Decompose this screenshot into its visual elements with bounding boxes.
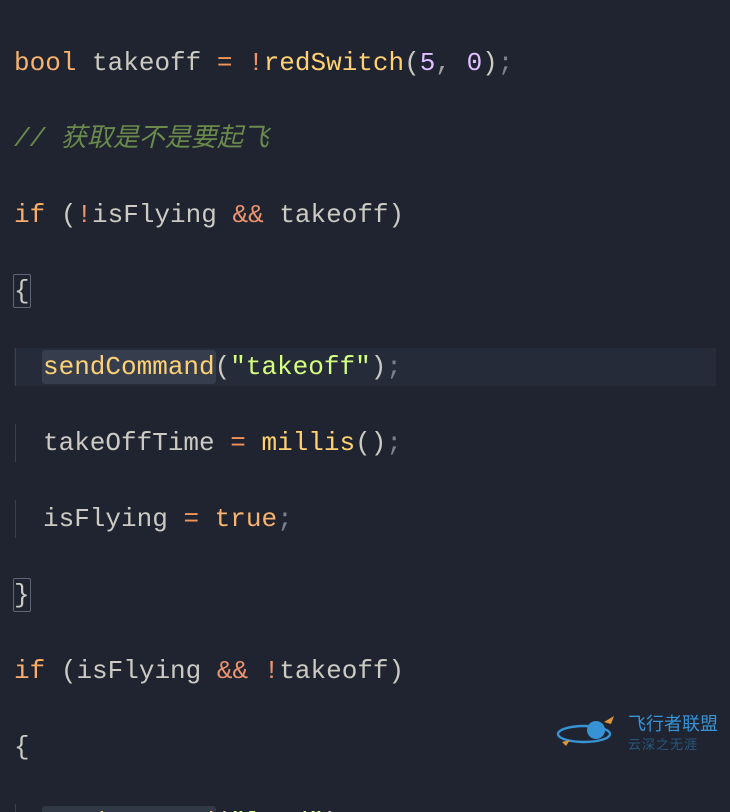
paren-open: (: [355, 428, 371, 458]
var-isflying: isFlying: [76, 656, 201, 686]
paren-open: (: [404, 48, 420, 78]
indent-guide: [15, 424, 43, 462]
code-line: sendCommand("land");: [14, 804, 716, 812]
code-line: isFlying = true;: [14, 500, 716, 538]
paren-close: ): [324, 808, 340, 812]
code-line: }: [14, 576, 716, 614]
paren-open: (: [61, 200, 77, 230]
code-line: if (!isFlying && takeoff): [14, 196, 716, 234]
code-line: bool takeoff = !redSwitch(5, 0);: [14, 44, 716, 82]
paren-close: ): [371, 352, 387, 382]
code-line: takeOffTime = millis();: [14, 424, 716, 462]
code-line: {: [14, 728, 716, 766]
fn-redswitch: redSwitch: [264, 48, 404, 78]
op-not: !: [264, 656, 280, 686]
code-line: if (isFlying && !takeoff): [14, 652, 716, 690]
fn-sendcommand: sendCommand: [43, 808, 215, 812]
num-0: 0: [467, 48, 483, 78]
keyword-true: true: [215, 504, 277, 534]
op-assign: =: [183, 504, 199, 534]
indent-guide: [15, 500, 43, 538]
keyword-if: if: [14, 656, 45, 686]
paren-close: ): [389, 656, 405, 686]
string-land: "land": [230, 808, 324, 812]
comma: ,: [435, 48, 451, 78]
op-not: !: [248, 48, 264, 78]
op-and: &&: [217, 656, 248, 686]
paren-close: ): [371, 428, 387, 458]
var-takeoff: takeoff: [279, 656, 388, 686]
code-line: // 获取是不是要起飞: [14, 120, 716, 158]
occurrence-highlight: sendCommand: [43, 348, 215, 386]
semicolon: ;: [386, 352, 402, 382]
keyword-if: if: [14, 200, 45, 230]
var-isflying: isFlying: [92, 200, 217, 230]
fn-millis: millis: [261, 428, 355, 458]
paren-open: (: [215, 352, 231, 382]
keyword-bool: bool: [14, 48, 76, 78]
var-takeoff: takeoff: [92, 48, 201, 78]
indent-guide: [15, 348, 43, 386]
paren-close: ): [482, 48, 498, 78]
fn-sendcommand: sendCommand: [43, 352, 215, 382]
paren-close: ): [389, 200, 405, 230]
var-takeofftime: takeOffTime: [43, 428, 215, 458]
occurrence-highlight: sendCommand: [43, 804, 215, 812]
var-isflying: isFlying: [43, 504, 168, 534]
paren-open: (: [61, 656, 77, 686]
num-5: 5: [420, 48, 436, 78]
op-assign: =: [230, 428, 246, 458]
semicolon: ;: [386, 428, 402, 458]
brace-close-highlighted: }: [14, 576, 30, 614]
brace-open-highlighted: {: [14, 272, 30, 310]
code-line-highlighted: sendCommand("takeoff");: [14, 348, 716, 386]
paren-open: (: [215, 808, 231, 812]
code-editor: bool takeoff = !redSwitch(5, 0); // 获取是不…: [0, 0, 730, 812]
code-line: {: [14, 272, 716, 310]
indent-guide: [15, 804, 43, 812]
brace-open: {: [14, 732, 30, 762]
semicolon: ;: [277, 504, 293, 534]
comment: // 获取是不是要起飞: [14, 124, 269, 154]
op-assign: =: [217, 48, 233, 78]
op-and: &&: [232, 200, 263, 230]
semicolon: ;: [339, 808, 355, 812]
string-takeoff: "takeoff": [230, 352, 370, 382]
semicolon: ;: [498, 48, 514, 78]
op-not: !: [76, 200, 92, 230]
var-takeoff: takeoff: [279, 200, 388, 230]
